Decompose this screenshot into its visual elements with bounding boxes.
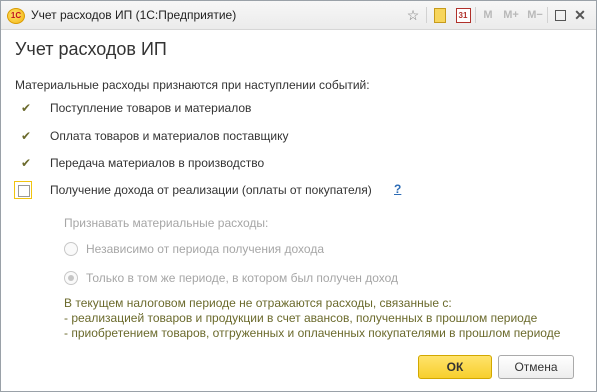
- checkmark-icon: ✔: [21, 101, 32, 115]
- dialog-window: 1С Учет расходов ИП (1С:Предприятие) ☆ 3…: [0, 0, 597, 392]
- event-label: Передача материалов в производство: [50, 156, 265, 170]
- event-label: Оплата товаров и материалов поставщику: [50, 129, 289, 143]
- checkmark-icon: ✔: [21, 129, 32, 143]
- toolbar-divider: [426, 7, 427, 23]
- close-icon[interactable]: ✕: [573, 7, 587, 23]
- maximize-icon[interactable]: [553, 7, 567, 23]
- checkmark-icon: ✔: [21, 156, 32, 170]
- event-label: Поступление товаров и материалов: [50, 101, 252, 115]
- help-link[interactable]: ?: [394, 182, 401, 196]
- income-checkbox-label[interactable]: Получение дохода от реализации (оплаты о…: [50, 183, 372, 197]
- cancel-button[interactable]: Отмена: [498, 355, 574, 379]
- title-bar: 1С Учет расходов ИП (1С:Предприятие) ☆ 3…: [1, 1, 596, 30]
- intro-text: Материальные расходы признаются при наст…: [15, 78, 370, 92]
- window-title: Учет расходов ИП (1С:Предприятие): [31, 8, 237, 22]
- recognize-label: Признавать материальные расходы:: [64, 216, 269, 230]
- note-line: В текущем налоговом периоде не отражаютс…: [64, 296, 452, 310]
- checkbox-square: [18, 185, 30, 197]
- memory-minus-button[interactable]: M−: [525, 7, 545, 23]
- radio-label[interactable]: Только в том же периоде, в котором был п…: [86, 271, 398, 285]
- income-checkbox[interactable]: [14, 181, 32, 199]
- calendar-icon[interactable]: 31: [455, 7, 471, 23]
- favorite-star-icon[interactable]: ☆: [405, 7, 421, 23]
- radio-button-selected[interactable]: [64, 271, 78, 285]
- toolbar-divider: [475, 7, 476, 23]
- document-icon[interactable]: [433, 7, 447, 23]
- radio-label[interactable]: Независимо от периода получения дохода: [86, 242, 324, 256]
- toolbar-divider: [547, 7, 548, 23]
- info-note: В текущем налоговом периоде не отражаютс…: [64, 296, 560, 341]
- note-line: - приобретением товаров, отгруженных и о…: [64, 326, 561, 340]
- memory-m-button[interactable]: M: [481, 7, 495, 23]
- ok-button[interactable]: ОК: [418, 355, 492, 379]
- note-line: - реализацией товаров и продукции в счет…: [64, 311, 538, 325]
- memory-plus-button[interactable]: M+: [501, 7, 521, 23]
- app-logo-icon[interactable]: 1С: [7, 8, 25, 24]
- form-heading: Учет расходов ИП: [15, 39, 167, 59]
- radio-button[interactable]: [64, 242, 78, 256]
